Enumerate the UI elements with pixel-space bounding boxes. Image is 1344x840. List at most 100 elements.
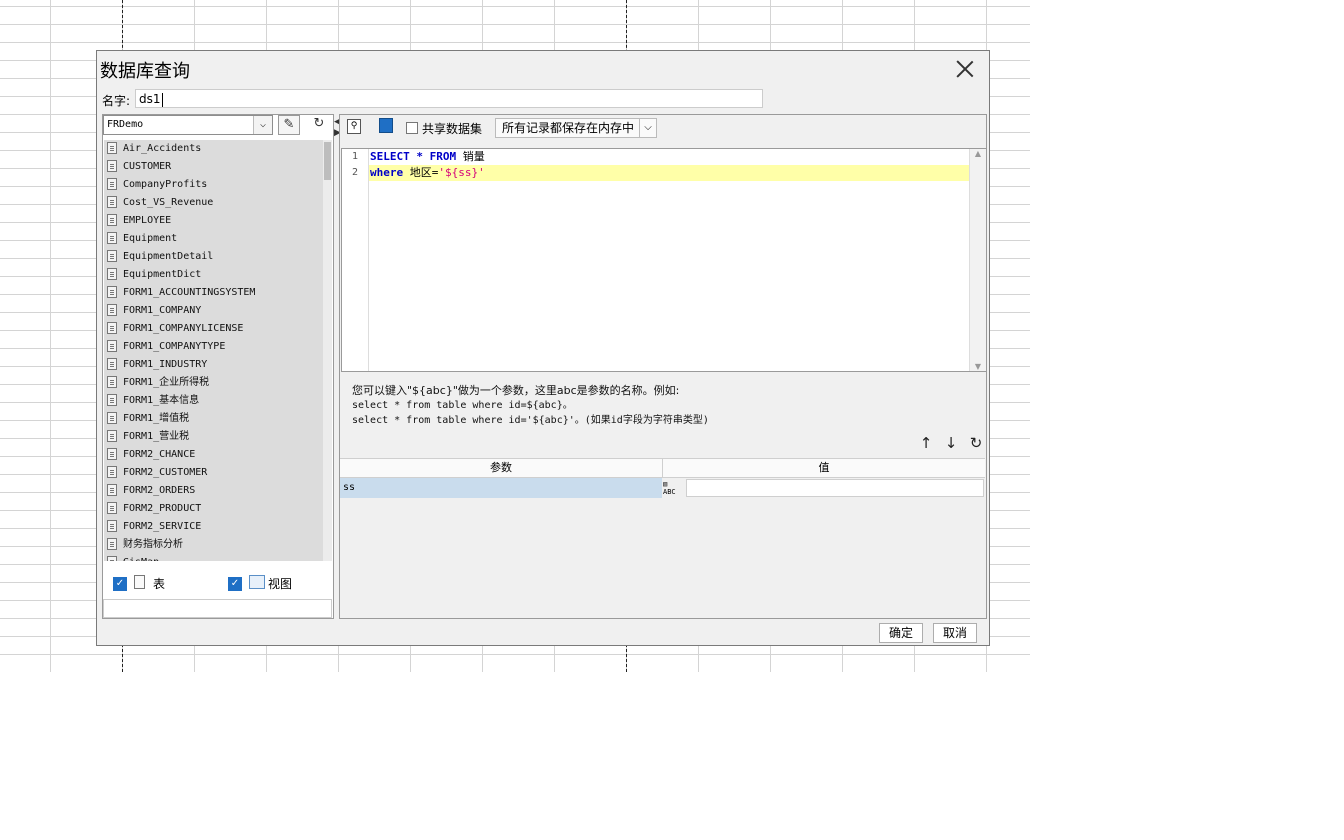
table-list-item[interactable]: FORM2_CUSTOMER	[104, 464, 324, 482]
table-list-item[interactable]: EMPLOYEE	[104, 212, 324, 230]
table-icon	[107, 358, 117, 370]
table-list-item[interactable]: FORM2_SERVICE	[104, 518, 324, 536]
table-icon	[107, 232, 117, 244]
table-list-item[interactable]: EquipmentDict	[104, 266, 324, 284]
preview-icon[interactable]: ⚲	[347, 119, 361, 134]
table-name: FORM1_INDUSTRY	[123, 359, 208, 370]
table-list-item[interactable]: EquipmentDetail	[104, 248, 324, 266]
save-parameter-icon[interactable]	[379, 118, 393, 133]
table-name: FORM2_ORDERS	[123, 485, 196, 496]
type-icon-label: ABC	[663, 488, 676, 496]
table-filter-input[interactable]	[103, 599, 332, 618]
table-list-item[interactable]: FORM1_COMPANY	[104, 302, 324, 320]
table-list-item[interactable]: GisMap	[104, 554, 324, 561]
ok-button[interactable]: 确定	[879, 623, 923, 643]
table-icon	[107, 502, 117, 514]
table-list-item[interactable]: FORM1_ACCOUNTINGSYSTEM	[104, 284, 324, 302]
edit-connection-icon[interactable]: ✎	[278, 115, 300, 135]
table-name: 财务指标分析	[123, 539, 183, 550]
scroll-up-icon[interactable]: ▲	[970, 149, 986, 158]
table-name: FORM1_基本信息	[123, 395, 200, 406]
table-list-item[interactable]: Cost_VS_Revenue	[104, 194, 324, 212]
table-list-item[interactable]: CompanyProfits	[104, 176, 324, 194]
show-views-label: 视图	[268, 577, 293, 591]
editor-scrollbar[interactable]: ▲ ▼	[969, 149, 986, 371]
share-dataset-label: 共享数据集	[422, 122, 483, 136]
close-icon[interactable]	[953, 57, 977, 81]
table-icon	[107, 142, 117, 154]
table-icon	[107, 160, 117, 172]
table-name: FORM2_SERVICE	[123, 521, 202, 532]
view-icon	[249, 575, 265, 589]
dataset-name-input[interactable]: ds1	[135, 89, 763, 108]
table-name: FORM2_CHANCE	[123, 449, 196, 460]
table-list-item[interactable]: FORM1_基本信息	[104, 392, 324, 410]
show-views-checkbox[interactable]: ✓	[228, 577, 242, 591]
share-dataset-checkbox[interactable]	[406, 122, 418, 134]
hint-line: select * from table where id=${abc}。	[352, 400, 573, 411]
table-list-item[interactable]: Equipment	[104, 230, 324, 248]
move-down-icon[interactable]: ↓	[942, 434, 960, 452]
table-icon	[107, 178, 117, 190]
refresh-parameters-icon[interactable]: ↻	[967, 434, 985, 452]
table-icon	[107, 376, 117, 388]
table-name: FORM2_CUSTOMER	[123, 467, 208, 478]
scrollbar-thumb[interactable]	[324, 142, 331, 180]
list-scrollbar[interactable]	[323, 140, 332, 561]
chevron-down-icon[interactable]: ⌵	[253, 116, 272, 134]
table-icon	[107, 430, 117, 442]
table-name: FORM1_企业所得税	[123, 377, 210, 388]
move-up-icon[interactable]: ↑	[917, 434, 935, 452]
cancel-button[interactable]: 取消	[933, 623, 977, 643]
param-column-header: 参数	[340, 459, 663, 477]
name-label: 名字:	[102, 94, 131, 108]
parameter-hint: 您可以键入"${abc}"做为一个参数，这里abc是参数的名称。例如: sele…	[352, 383, 709, 428]
table-name: FORM1_COMPANYTYPE	[123, 341, 226, 352]
text-type-icon[interactable]: ▧ ABC	[663, 478, 685, 498]
table-icon	[107, 322, 117, 334]
connection-select[interactable]: FRDemo ⌵	[103, 115, 273, 135]
table-list-item[interactable]: FORM2_ORDERS	[104, 482, 324, 500]
table-list-item[interactable]: Air_Accidents	[104, 140, 324, 158]
table-name: Air_Accidents	[123, 143, 202, 154]
table-name: CUSTOMER	[123, 161, 172, 172]
table-list-item[interactable]: FORM1_营业税	[104, 428, 324, 446]
param-value-input[interactable]	[686, 479, 984, 497]
table-icon	[107, 304, 117, 316]
table-list-item[interactable]: FORM1_COMPANYTYPE	[104, 338, 324, 356]
table-list-item[interactable]: CUSTOMER	[104, 158, 324, 176]
dialog-title: 数据库查询	[100, 61, 190, 82]
scroll-down-icon[interactable]: ▼	[970, 362, 986, 371]
table-list-item[interactable]: FORM1_INDUSTRY	[104, 356, 324, 374]
table-name: EquipmentDict	[123, 269, 202, 280]
table-list-item[interactable]: FORM1_增值税	[104, 410, 324, 428]
table-name: FORM1_COMPANY	[123, 305, 202, 316]
sql-editor[interactable]: 1 2 SELECT * FROM 销量 where 地区='${ss}' ▲ …	[341, 148, 987, 372]
param-name-cell[interactable]: ss	[340, 478, 662, 498]
chevron-down-icon[interactable]: ⌵	[639, 119, 656, 137]
sql-line-2: where 地区='${ss}'	[370, 166, 485, 179]
dataset-name-value: ds1	[139, 92, 161, 106]
table-row[interactable]: ss ▧ ABC	[340, 478, 985, 498]
text-caret	[161, 92, 163, 107]
table-list-item[interactable]: FORM2_CHANCE	[104, 446, 324, 464]
table-icon	[107, 484, 117, 496]
table-list-item[interactable]: FORM2_PRODUCT	[104, 500, 324, 518]
table-icon	[107, 538, 117, 550]
table-name: FORM1_营业税	[123, 431, 190, 442]
refresh-icon[interactable]: ↻	[308, 115, 330, 135]
table-icon	[107, 286, 117, 298]
table-name: Cost_VS_Revenue	[123, 197, 214, 208]
line-number-gutter: 1 2	[342, 149, 369, 371]
show-tables-checkbox[interactable]: ✓	[113, 577, 127, 591]
memory-mode-select[interactable]: 所有记录都保存在内存中 ⌵	[495, 118, 657, 138]
hint-line: select * from table where id='${abc}'。(如…	[352, 415, 709, 426]
table-list-item[interactable]: 财务指标分析	[104, 536, 324, 554]
table-name: FORM1_ACCOUNTINGSYSTEM	[123, 287, 256, 298]
line-number: 2	[351, 167, 359, 178]
table-list-item[interactable]: FORM1_COMPANYLICENSE	[104, 320, 324, 338]
table-icon	[107, 250, 117, 262]
table-list: Air_Accidents CUSTOMER CompanyProfits Cost_…	[104, 140, 324, 561]
table-list-item[interactable]: FORM1_企业所得税	[104, 374, 324, 392]
parameter-table: 参数 值 ss ▧ ABC	[340, 458, 986, 618]
